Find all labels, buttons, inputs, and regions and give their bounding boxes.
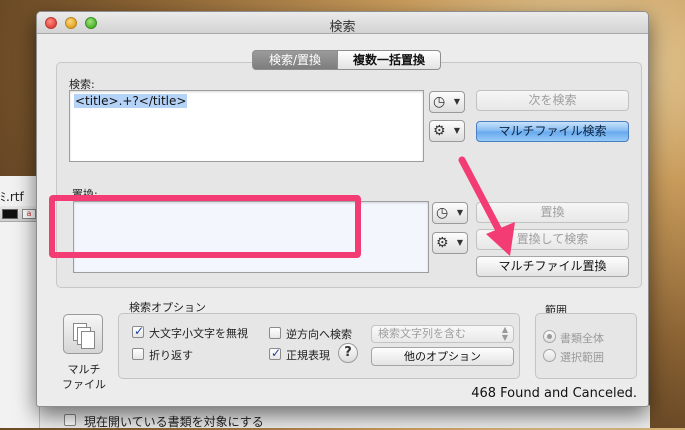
- tab-find-replace[interactable]: 検索/置換: [252, 50, 338, 70]
- chevron-down-icon: ▼: [456, 208, 463, 217]
- status-message: 468 Found and Canceled.: [471, 386, 637, 401]
- background-option-strip: 現在開いている書類を対象にする: [40, 405, 650, 429]
- match-mode-select[interactable]: 検索文字列を含む ▲ ▼: [371, 325, 514, 343]
- range-selection-radio[interactable]: [543, 349, 556, 362]
- search-settings-button[interactable]: ⚙ ▼: [429, 120, 465, 142]
- chevron-down-icon: ▼: [453, 126, 460, 135]
- document-icon: [81, 331, 95, 349]
- range-whole-document-label: 書類全体: [560, 332, 604, 345]
- clock-history-icon: ◷: [436, 205, 449, 221]
- search-history-button[interactable]: ◷ ▼: [429, 91, 465, 113]
- regex-checkbox[interactable]: [269, 346, 281, 360]
- clock-history-icon: ◷: [433, 94, 446, 110]
- window-title: 検索: [329, 20, 356, 35]
- replace-and-find-button[interactable]: 置換して検索: [476, 229, 629, 250]
- color-swatch-icon: [2, 209, 18, 219]
- background-option-checkbox[interactable]: [64, 414, 76, 426]
- multi-file-replace-button[interactable]: マルチファイル置換: [476, 256, 629, 277]
- ignore-case-checkbox[interactable]: [132, 324, 144, 338]
- multi-file-label-line2: ファイル: [62, 378, 106, 391]
- regex-label: 正規表現: [286, 349, 330, 362]
- multi-file-label: マルチ ファイル: [57, 362, 111, 392]
- reverse-search-checkbox[interactable]: [269, 327, 281, 339]
- help-button[interactable]: ?: [338, 343, 358, 363]
- chevron-down-icon: ▼: [453, 97, 460, 106]
- multi-file-label-line1: マルチ: [67, 363, 101, 376]
- wrap-label: 折り返す: [149, 349, 193, 362]
- tab-multi-replace[interactable]: 複数一括置換: [338, 50, 441, 70]
- replace-settings-button[interactable]: ⚙ ▼: [432, 232, 468, 254]
- background-option-label: 現在開いている書類を対象にする: [84, 415, 264, 429]
- annotation-highlight-box: [49, 195, 361, 258]
- gear-icon: ⚙: [436, 235, 449, 251]
- text-color-icon: a: [22, 209, 36, 219]
- more-options-button[interactable]: 他のオプション: [371, 347, 514, 366]
- wrap-checkbox[interactable]: [132, 348, 144, 360]
- title-bar: 検索: [37, 12, 648, 35]
- background-document: ﾐ.rtf a: [0, 176, 40, 428]
- search-textarea[interactable]: <title>.+?</title>: [69, 90, 424, 162]
- range-selection-label: 選択範囲: [560, 351, 604, 364]
- reverse-search-label: 逆方向へ検索: [286, 328, 352, 341]
- select-arrows-icon: ▲ ▼: [501, 325, 508, 342]
- replace-button[interactable]: 置換: [476, 202, 629, 223]
- search-text-value: <title>.+?</title>: [74, 94, 188, 108]
- range-whole-document-radio[interactable]: [543, 330, 556, 343]
- chevron-down-icon: ▼: [456, 238, 463, 247]
- match-mode-value: 検索文字列を含む: [378, 327, 466, 340]
- range-group: [535, 313, 637, 379]
- background-toolbar: a: [0, 206, 40, 222]
- multi-file-search-button[interactable]: マルチファイル検索: [476, 121, 629, 142]
- find-next-button[interactable]: 次を検索: [476, 90, 629, 111]
- multi-file-toggle[interactable]: [63, 314, 103, 354]
- gear-icon: ⚙: [433, 123, 446, 139]
- background-document-name: ﾐ.rtf: [0, 190, 24, 204]
- ignore-case-label: 大文字小文字を無視: [149, 327, 248, 340]
- search-options-group: [118, 313, 520, 379]
- replace-history-button[interactable]: ◷ ▼: [432, 202, 468, 224]
